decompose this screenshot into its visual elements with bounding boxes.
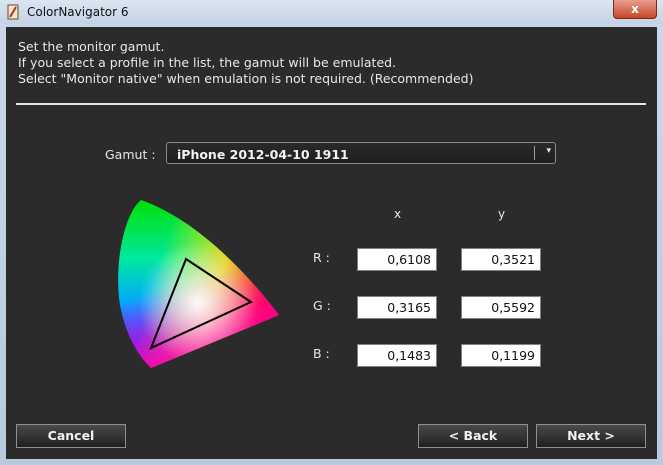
gamut-dropdown[interactable]: iPhone 2012-04-10 1911 ▾ bbox=[166, 142, 556, 164]
b-y-field[interactable]: 0,1199 bbox=[461, 344, 541, 367]
chromaticity-diagram bbox=[118, 200, 279, 368]
chevron-down-icon[interactable]: ▾ bbox=[546, 146, 551, 156]
gamut-selected-value: iPhone 2012-04-10 1911 bbox=[177, 147, 349, 162]
instruction-line: Select "Monitor native" when emulation i… bbox=[18, 71, 474, 86]
gamut-label: Gamut : bbox=[105, 147, 156, 162]
instruction-line: If you select a profile in the list, the… bbox=[18, 55, 397, 70]
dialog-body bbox=[6, 27, 657, 459]
close-icon: x bbox=[631, 2, 639, 16]
window-title: ColorNavigator 6 bbox=[27, 5, 129, 19]
app-icon bbox=[7, 4, 19, 20]
next-button[interactable]: Next > bbox=[536, 424, 646, 448]
divider bbox=[16, 103, 646, 105]
instructions: Set the monitor gamut. If you select a p… bbox=[18, 39, 473, 87]
cancel-button[interactable]: Cancel bbox=[16, 424, 126, 448]
row-label-g: G : bbox=[313, 298, 331, 313]
column-header-y: y bbox=[498, 207, 506, 221]
close-button[interactable]: x bbox=[613, 0, 657, 19]
r-y-field[interactable]: 0,3521 bbox=[461, 248, 541, 271]
g-y-field[interactable]: 0,5592 bbox=[461, 296, 541, 319]
title-bar: ColorNavigator 6 x bbox=[0, 0, 663, 25]
r-x-field[interactable]: 0,6108 bbox=[357, 248, 437, 271]
column-header-x: x bbox=[394, 207, 402, 221]
row-label-b: B : bbox=[313, 346, 330, 361]
instruction-line: Set the monitor gamut. bbox=[18, 39, 165, 54]
g-x-field[interactable]: 0,3165 bbox=[357, 296, 437, 319]
row-label-r: R : bbox=[313, 250, 330, 265]
dropdown-separator bbox=[534, 146, 535, 160]
back-button[interactable]: < Back bbox=[418, 424, 528, 448]
b-x-field[interactable]: 0,1483 bbox=[357, 344, 437, 367]
